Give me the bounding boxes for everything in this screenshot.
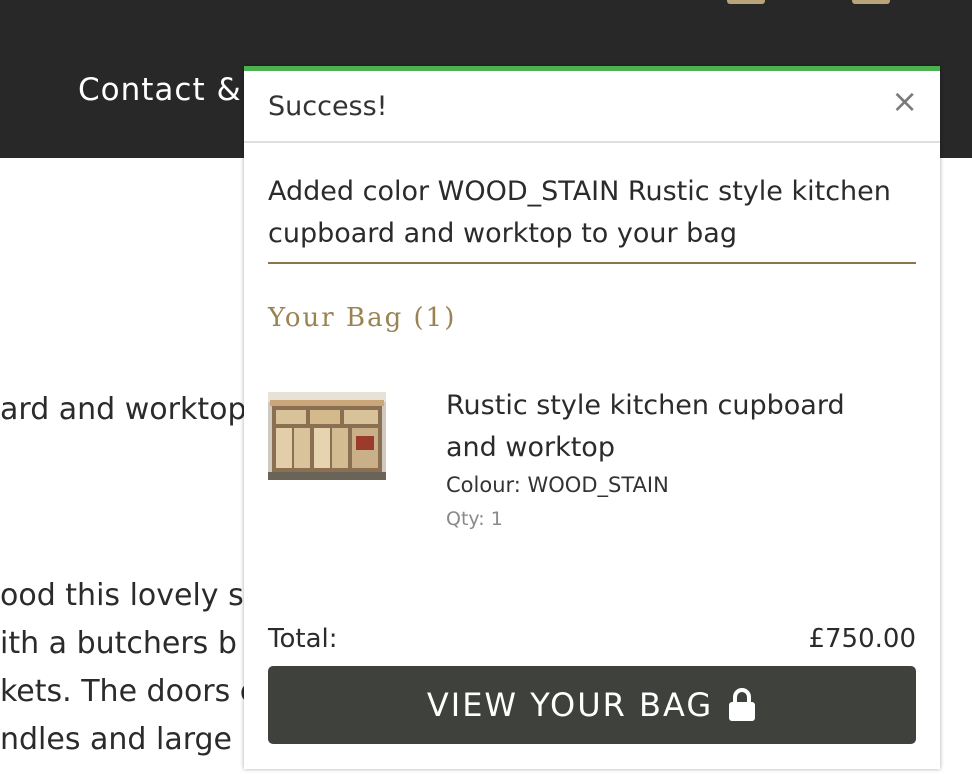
nav-tab-2[interactable] xyxy=(852,0,890,4)
item-colour: Colour: WOOD_STAIN xyxy=(446,473,669,497)
product-title-fragment: ard and worktop xyxy=(0,392,247,427)
divider xyxy=(268,262,916,264)
item-title: Rustic style kitchen cupboard and workto… xyxy=(446,390,845,463)
description-line-3: kets. The doors c xyxy=(0,674,257,709)
bag-heading: Your Bag (1) xyxy=(268,303,457,333)
toast-title: Success! xyxy=(268,91,388,122)
nav-tab-1[interactable] xyxy=(727,0,765,4)
toast-header: Success! × xyxy=(244,71,940,143)
cupboard-photo-icon xyxy=(268,392,386,480)
product-thumbnail[interactable] xyxy=(268,392,386,480)
total-value: £750.00 xyxy=(808,624,916,654)
nav-link-contact[interactable]: Contact & xyxy=(78,72,242,108)
description-line-1: ood this lovely s xyxy=(0,578,244,613)
toast-message: Added color WOOD_STAIN Rustic style kitc… xyxy=(268,176,891,249)
description-line-2: ith a butchers b xyxy=(0,626,237,661)
lock-icon xyxy=(729,688,756,721)
description-line-4: ndles and large xyxy=(0,722,233,757)
total-label: Total: xyxy=(268,624,338,654)
item-quantity: Qty: 1 xyxy=(446,508,503,530)
success-toast: Success! × Added color WOOD_STAIN Rustic… xyxy=(244,66,940,769)
view-bag-button-label: VIEW YOUR BAG xyxy=(426,686,714,724)
close-icon[interactable]: × xyxy=(891,85,918,117)
view-bag-button[interactable]: VIEW YOUR BAG xyxy=(268,666,916,744)
